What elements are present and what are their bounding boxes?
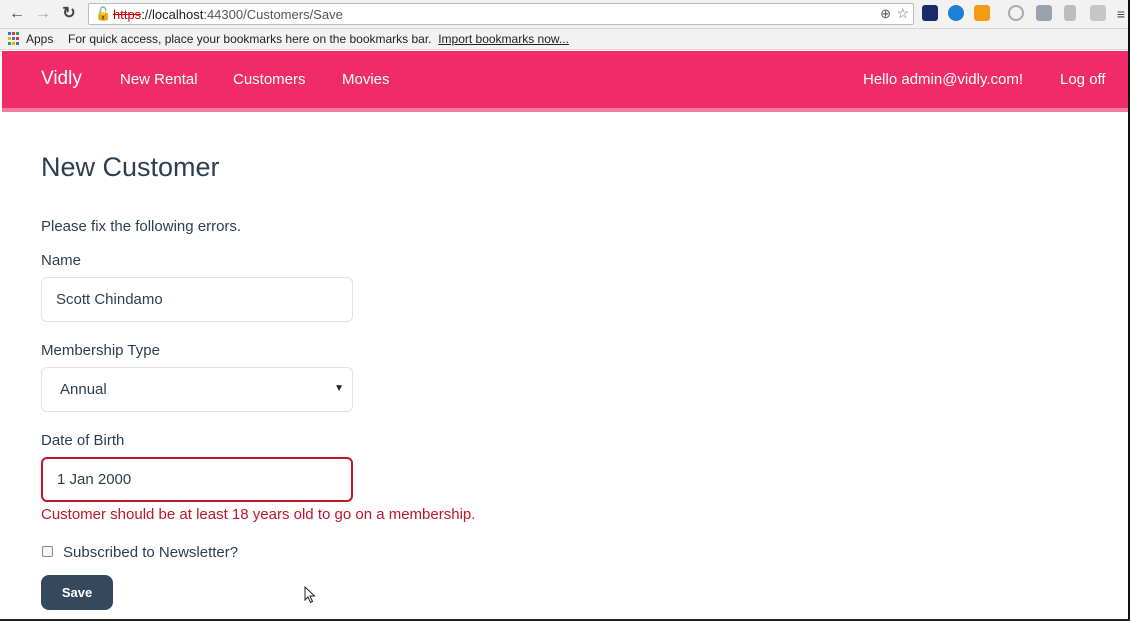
apps-icon[interactable] [8,32,22,46]
bookmarks-hint: For quick access, place your bookmarks h… [68,32,569,46]
extension-icon-4[interactable] [1008,5,1024,21]
forward-arrow-icon[interactable]: → [34,4,52,24]
membership-type-select[interactable]: Annual ▼ [41,367,353,412]
name-label: Name [41,252,82,269]
navbar-divider [2,108,1128,112]
rss-icon[interactable] [974,5,990,21]
mouse-cursor-icon [304,586,316,604]
nav-movies[interactable]: Movies [342,71,390,88]
save-page-icon[interactable] [1036,5,1052,21]
dropdown-caret-icon: ▼ [334,383,344,394]
nav-customers[interactable]: Customers [233,71,306,88]
birthdate-error: Customer should be at least 18 years old… [41,506,476,523]
zoom-icon[interactable]: ⊕ [880,6,891,22]
page-title: New Customer [41,152,220,182]
reload-icon[interactable]: ↻ [60,4,78,24]
url-text[interactable]: https://localhost:44300/Customers/Save [113,7,343,22]
back-arrow-icon[interactable]: ← [8,4,26,24]
insecure-lock-icon: 🔓 [95,6,112,21]
birthdate-input[interactable]: 1 Jan 2000 [41,457,353,502]
name-input[interactable]: Scott Chindamo [41,277,353,322]
membership-type-label: Membership Type [41,342,160,359]
logoff-link[interactable]: Log off [1060,71,1106,88]
nav-new-rental[interactable]: New Rental [120,71,198,88]
brand-link[interactable]: Vidly [41,68,82,90]
browser-toolbar: ← → ↻ 🔓 https://localhost:44300/Customer… [0,0,1130,29]
newsletter-checkbox[interactable] [42,546,53,557]
birthdate-label: Date of Birth [41,432,125,449]
birthdate-value: 1 Jan 2000 [57,471,132,488]
extension-icon-6[interactable] [1064,5,1076,21]
name-value: Scott Chindamo [56,291,163,308]
address-bar[interactable]: 🔓 https://localhost:44300/Customers/Save… [88,3,914,25]
feed-icon[interactable] [1090,5,1106,21]
user-greeting[interactable]: Hello admin@vidly.com! [863,71,1023,88]
import-bookmarks-link[interactable]: Import bookmarks now... [438,32,569,46]
bookmark-star-icon[interactable]: ☆ [896,5,909,22]
newsletter-label[interactable]: Subscribed to Newsletter? [63,544,238,561]
bookmarks-bar: Apps For quick access, place your bookma… [0,29,1130,50]
apps-label[interactable]: Apps [26,32,53,46]
save-button[interactable]: Save [41,575,113,610]
membership-type-value: Annual [60,381,107,398]
validation-summary: Please fix the following errors. [41,218,242,235]
extension-icon-2[interactable] [948,5,964,21]
extension-icon-1[interactable] [922,5,938,21]
app-navbar: Vidly New Rental Customers Movies Hello … [2,51,1128,108]
